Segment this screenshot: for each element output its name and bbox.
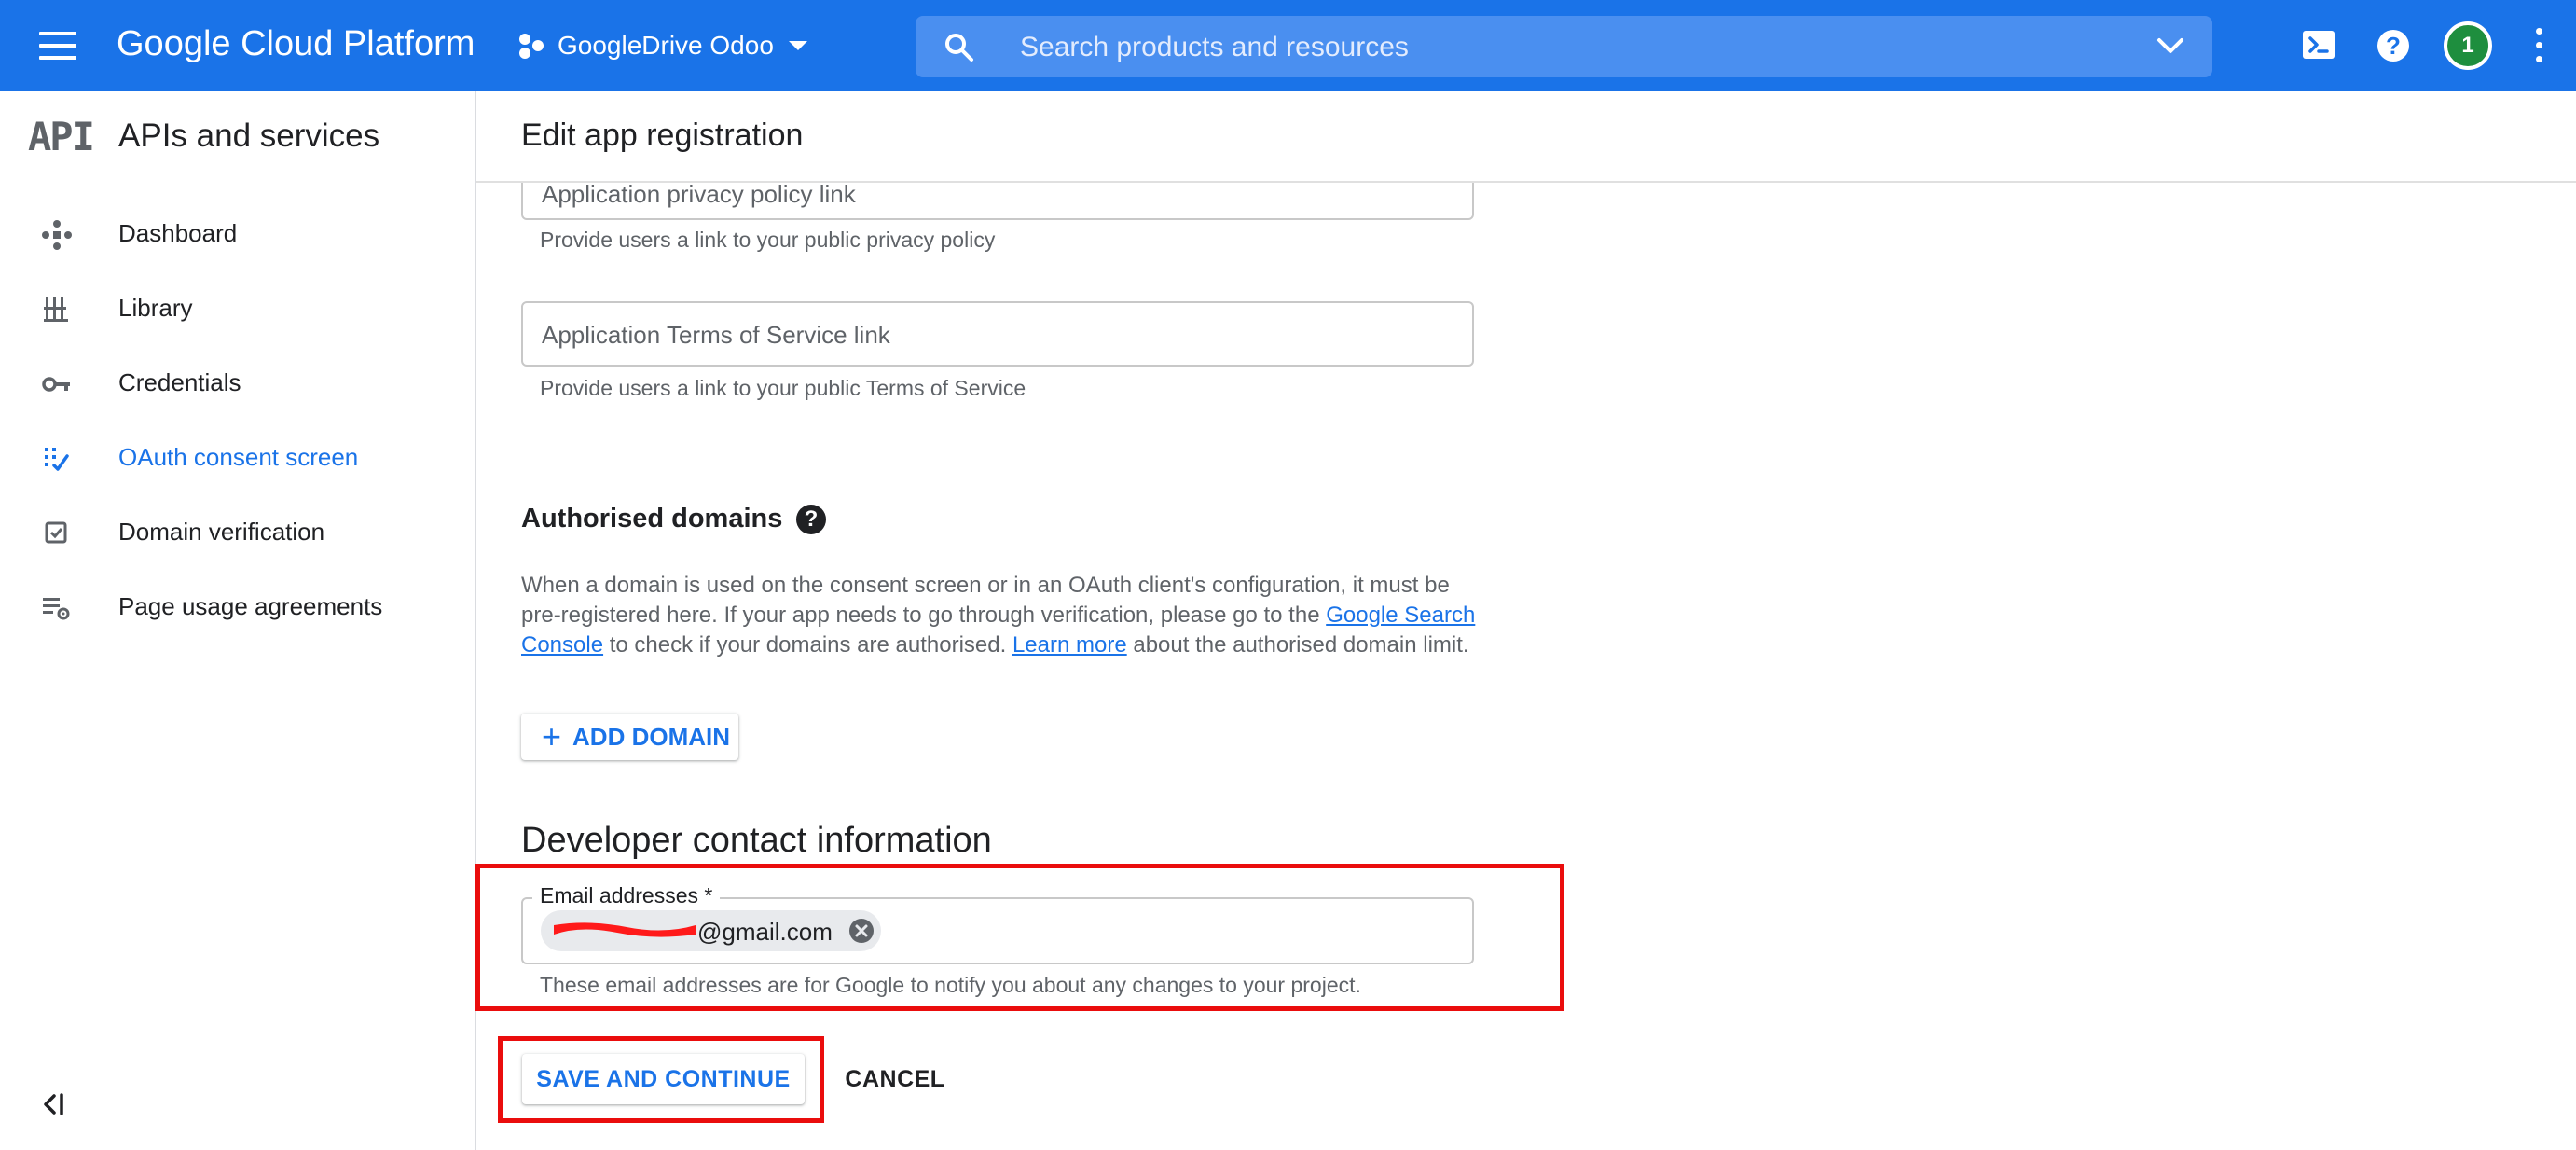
project-icon [519,34,544,59]
main-menu-icon[interactable] [39,32,76,60]
sidebar-item-label: Dashboard [118,219,238,247]
email-chip[interactable]: @gmail.com [541,910,881,951]
sidebar-item-domain-verification[interactable]: Domain verification [0,500,475,565]
sidebar-item-credentials[interactable]: Credentials [0,351,475,416]
top-app-bar: Google Cloud Platform GoogleDrive Odoo ?… [0,0,2576,91]
redaction-scribble [554,922,696,937]
sidebar: API APIs and services Dashboard Library … [0,91,476,1150]
privacy-policy-hint: Provide users a link to your public priv… [540,228,996,252]
page-header: Edit app registration [476,91,2576,183]
sidebar-item-label: Domain verification [118,518,325,546]
save-and-continue-button[interactable]: SAVE AND CONTINUE [522,1054,805,1104]
svg-text:?: ? [2386,32,2401,60]
settings-list-icon [43,598,70,620]
sidebar-item-label: Credentials [118,368,241,396]
description-text: When a domain is used on the consent scr… [521,573,1450,628]
sidebar-item-page-usage-agreements[interactable]: Page usage agreements [0,575,475,640]
authorised-domains-heading: Authorised domains [521,504,783,533]
search-bar[interactable] [916,16,2212,77]
sidebar-item-library[interactable]: Library [0,276,475,341]
search-icon [945,34,973,62]
checkbox-icon [45,521,67,544]
email-addresses-hint: These email addresses are for Google to … [540,973,1361,997]
terms-of-service-hint: Provide users a link to your public Term… [540,376,1026,400]
learn-more-link[interactable]: Learn more [1012,632,1127,658]
sidebar-item-dashboard[interactable]: Dashboard [0,201,475,267]
page-title: Edit app registration [521,118,804,153]
help-icon[interactable]: ? [796,505,826,534]
email-addresses-label: Email addresses * [532,883,721,908]
search-expand-chevron-icon[interactable] [2156,35,2184,59]
plus-icon: + [542,717,562,755]
description-text: about the authorised domain limit. [1126,632,1469,658]
help-icon[interactable]: ? [2374,26,2413,65]
search-input[interactable] [1018,25,2094,70]
dashboard-icon [42,220,72,250]
sidebar-item-label: Page usage agreements [118,592,383,620]
brand-title[interactable]: Google Cloud Platform [117,24,475,64]
api-logo: API [28,114,95,159]
more-options-icon[interactable] [2534,28,2543,65]
sidebar-item-label: Library [118,294,193,322]
library-icon [44,297,68,322]
terms-of-service-input[interactable] [540,314,1457,355]
sidebar-item-oauth-consent-screen[interactable]: OAuth consent screen [0,425,475,491]
collapse-sidebar-icon[interactable] [41,1091,67,1117]
sidebar-title: APIs and services [118,118,380,154]
authorised-domains-description: When a domain is used on the consent scr… [521,571,1481,660]
description-text: to check if your domains are authorised. [603,632,1012,658]
add-domain-button[interactable]: + ADD DOMAIN [521,714,738,760]
developer-contact-heading: Developer contact information [521,821,992,860]
terms-of-service-field[interactable] [521,301,1474,367]
key-icon [42,377,70,392]
email-chip-text: @gmail.com [697,918,833,946]
project-name: GoogleDrive Odoo [558,31,774,60]
project-selector[interactable]: GoogleDrive Odoo [517,24,809,67]
sidebar-item-label: OAuth consent screen [118,443,359,471]
dropdown-arrow-icon [788,41,807,50]
account-avatar[interactable]: 1 [2444,21,2492,70]
add-domain-label: ADD DOMAIN [572,722,731,751]
remove-email-icon[interactable] [848,918,875,944]
oauth-consent-icon [45,448,69,471]
cloud-shell-icon[interactable] [2300,26,2339,65]
cancel-button[interactable]: CANCEL [833,1054,957,1104]
